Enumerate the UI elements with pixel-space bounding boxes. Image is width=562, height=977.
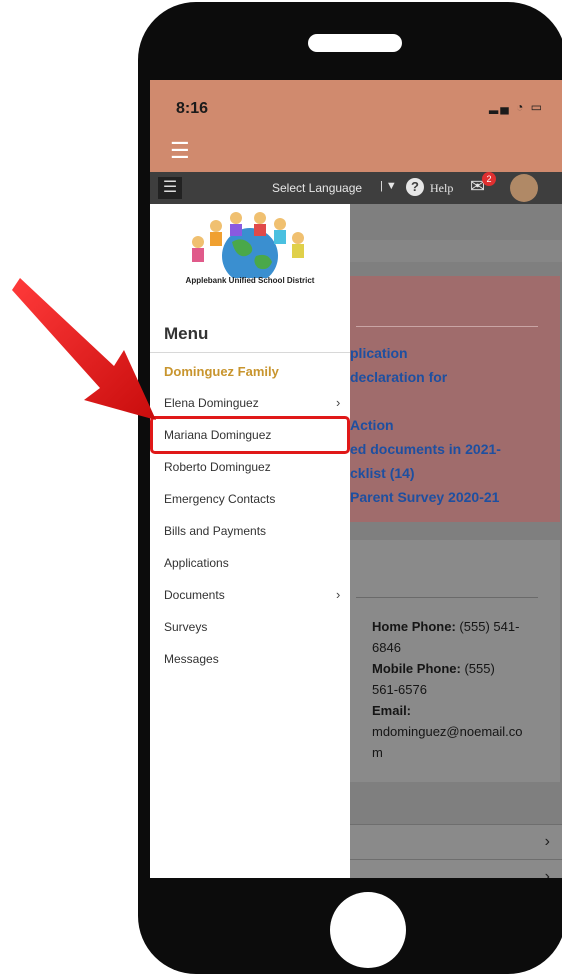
pointer-arrow (12, 278, 156, 420)
